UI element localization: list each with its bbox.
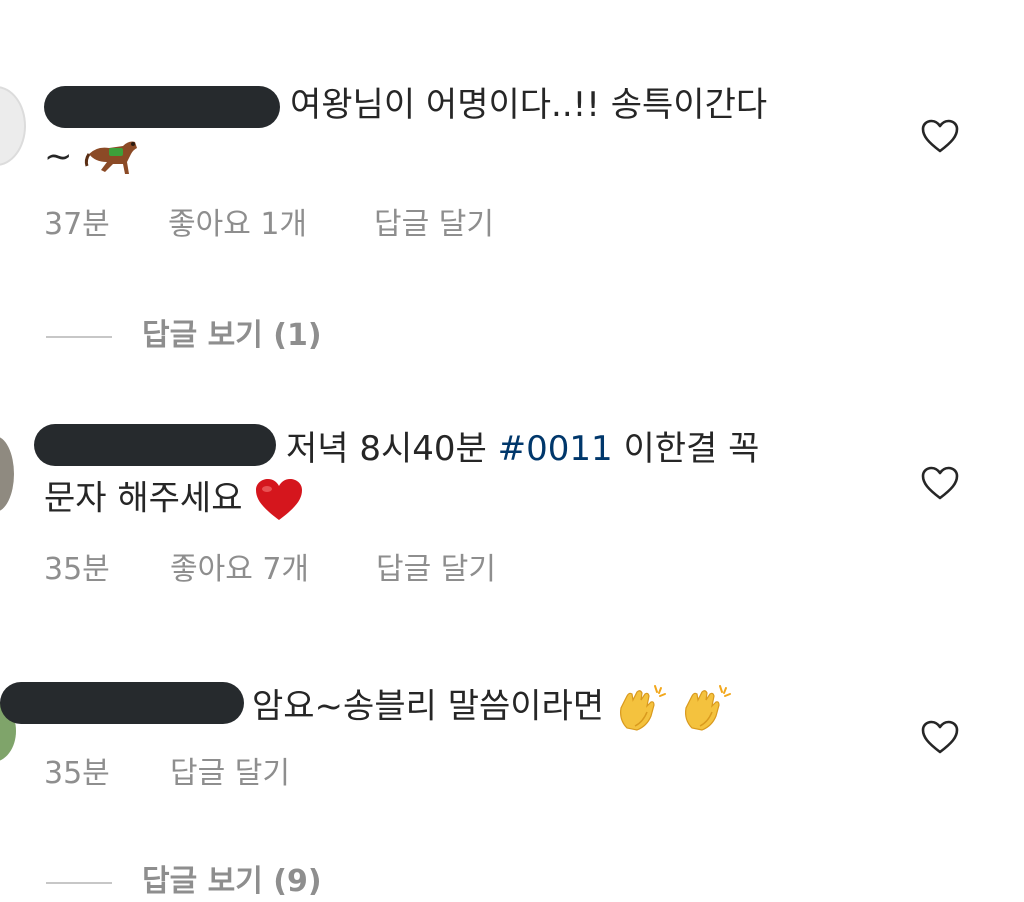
reply-button[interactable]: 답글 달기 — [374, 205, 494, 245]
comment-meta: 35분 답글 달기 — [44, 754, 644, 794]
reply-button[interactable]: 답글 달기 — [376, 550, 496, 590]
comment-text-cont: ~ — [44, 134, 141, 182]
horse-racing-emoji — [85, 141, 138, 174]
hashtag-link[interactable]: #0011 — [498, 429, 613, 469]
clapping-hands-emoji — [684, 685, 731, 731]
timestamp: 35분 — [44, 756, 110, 791]
view-replies-button[interactable]: 답글 보기 (1) — [46, 316, 322, 356]
comment-text-cont: 문자 해주세요 — [44, 476, 305, 524]
comment-meta: 37분 좋아요 1개 답글 달기 — [44, 205, 644, 245]
likes-count[interactable]: 좋아요 7개 — [170, 550, 309, 590]
replies-divider — [46, 881, 112, 884]
reply-button[interactable]: 답글 달기 — [170, 754, 290, 794]
like-heart-icon[interactable] — [920, 719, 960, 759]
avatar[interactable] — [0, 86, 26, 166]
like-heart-icon[interactable] — [920, 118, 960, 158]
comment-text: 여왕님이 어명이다..!! 송특이간다 — [290, 85, 768, 125]
comment-meta: 35분 좋아요 7개 답글 달기 — [44, 550, 644, 590]
username-redacted[interactable] — [0, 682, 244, 724]
red-heart-emoji — [256, 479, 303, 520]
username-redacted[interactable] — [44, 86, 280, 128]
likes-count[interactable]: 좋아요 1개 — [168, 205, 307, 245]
like-heart-icon[interactable] — [920, 465, 960, 505]
comment-text: 저녁 8시40분 #0011 이한결 꼭 — [286, 429, 760, 469]
comment-text: 암요~송블리 말씀이라면 — [252, 682, 734, 734]
clapping-hands-emoji — [619, 685, 666, 731]
timestamp: 35분 — [44, 552, 110, 587]
timestamp: 37분 — [44, 207, 110, 242]
replies-divider — [46, 335, 112, 338]
avatar[interactable] — [0, 436, 14, 512]
username-redacted[interactable] — [34, 424, 276, 466]
view-replies-button[interactable]: 답글 보기 (9) — [46, 862, 322, 902]
